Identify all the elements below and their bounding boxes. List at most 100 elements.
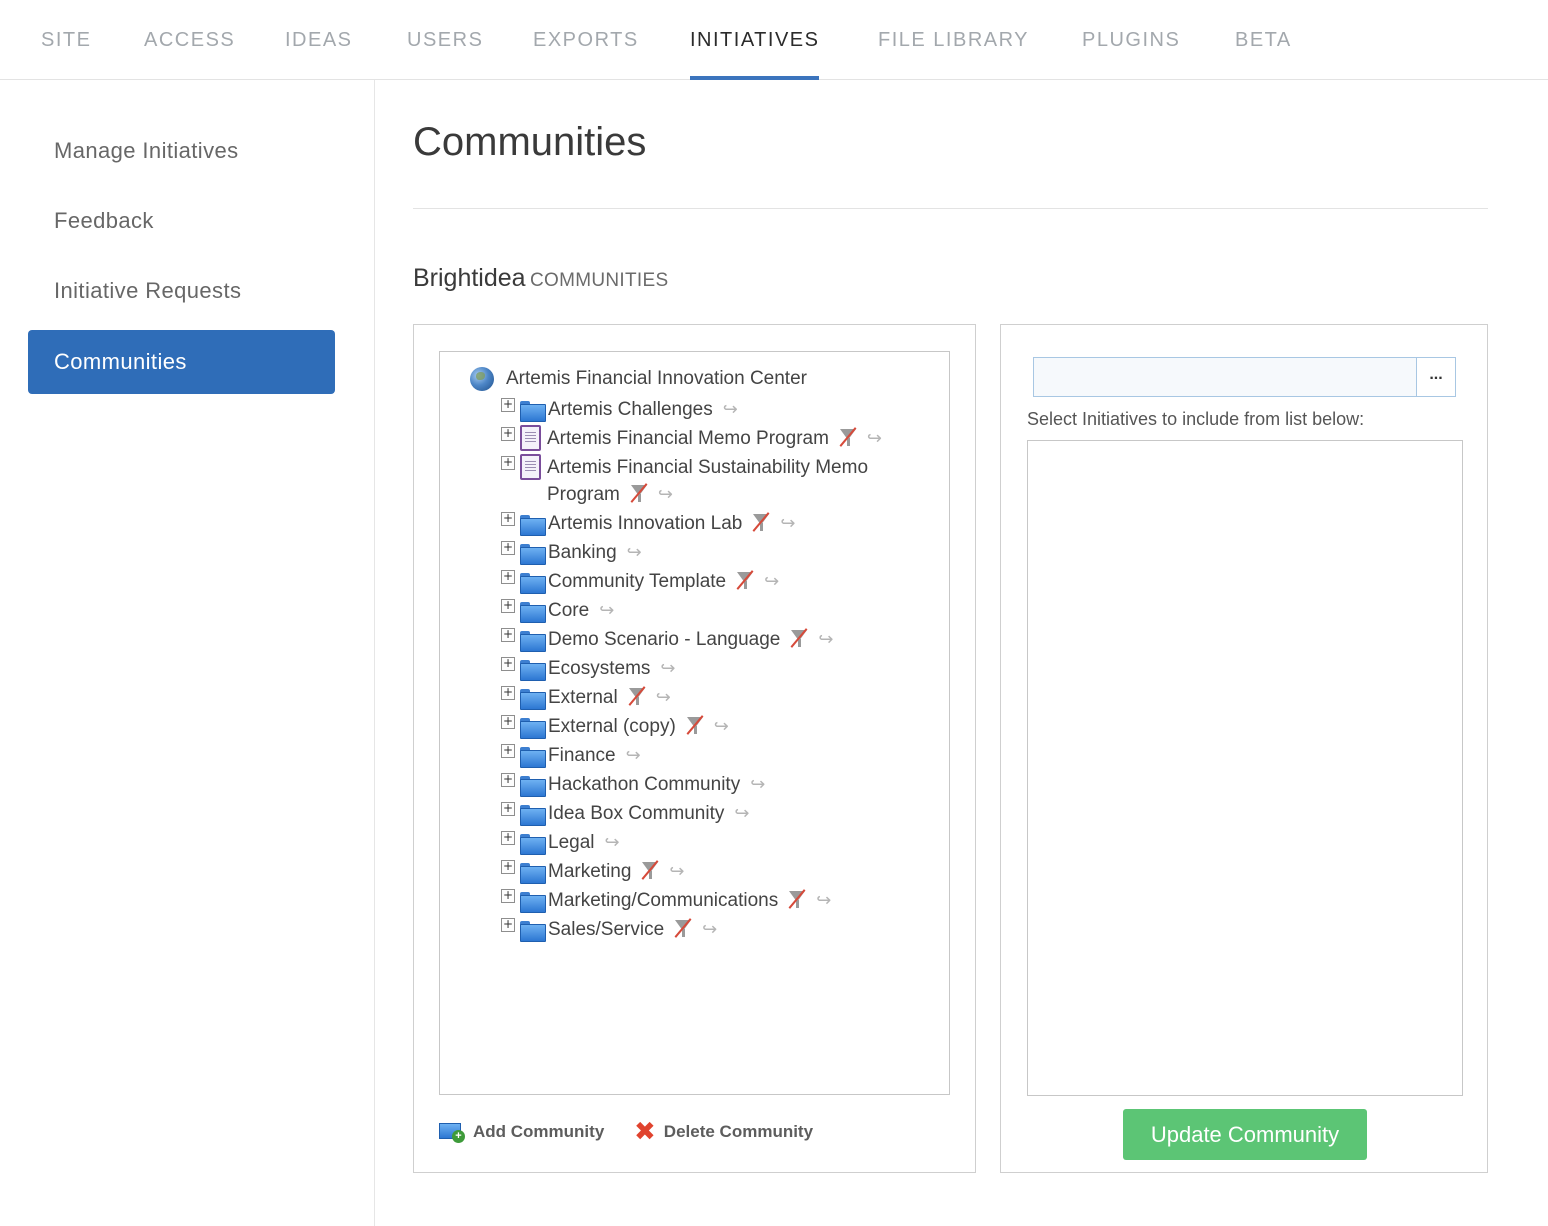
expand-icon[interactable]: + xyxy=(501,512,515,526)
filter-off-icon[interactable] xyxy=(752,512,770,532)
redirect-arrow-icon[interactable]: ↪ xyxy=(669,858,684,886)
sidebar-item-initiative-requests[interactable]: Initiative Requests xyxy=(28,259,335,323)
tab-exports[interactable]: EXPORTS xyxy=(533,0,639,80)
filter-off-icon[interactable] xyxy=(674,918,692,938)
sidebar-item-communities[interactable]: Communities xyxy=(28,330,335,394)
expand-icon[interactable]: + xyxy=(501,773,515,787)
redirect-arrow-icon[interactable]: ↪ xyxy=(627,539,642,567)
expand-icon[interactable]: + xyxy=(501,657,515,671)
redirect-arrow-icon[interactable]: ↪ xyxy=(714,713,729,741)
tree-item[interactable]: + Banking ↪ xyxy=(501,539,642,567)
expand-icon[interactable]: + xyxy=(501,599,515,613)
tree-item[interactable]: + Marketing ↪ xyxy=(501,858,685,886)
tree-item-label: Core xyxy=(548,600,590,621)
expand-icon[interactable]: + xyxy=(501,541,515,555)
folder-icon xyxy=(520,401,546,422)
initiative-search: ... xyxy=(1033,357,1456,397)
expand-icon[interactable]: + xyxy=(501,456,515,470)
tree-item[interactable]: + Artemis Financial Sustainability Memo P… xyxy=(501,454,877,509)
redirect-arrow-icon[interactable]: ↪ xyxy=(660,655,675,683)
filter-off-icon[interactable] xyxy=(736,570,754,590)
filter-off-icon[interactable] xyxy=(630,483,648,503)
sidebar-item-manage-initiatives[interactable]: Manage Initiatives xyxy=(28,119,335,183)
redirect-arrow-icon[interactable]: ↪ xyxy=(750,771,765,799)
section-heading: Brightidea COMMUNITIES xyxy=(413,264,668,293)
redirect-arrow-icon[interactable]: ↪ xyxy=(723,396,738,424)
expand-icon[interactable]: + xyxy=(501,398,515,412)
tree-item-row-text: Marketing/Communications ↪ xyxy=(548,887,831,915)
tree-item[interactable]: + External (copy) ↪ xyxy=(501,713,729,741)
title-divider xyxy=(413,208,1488,209)
tab-users[interactable]: USERS xyxy=(407,0,483,80)
tab-site[interactable]: SITE xyxy=(41,0,91,80)
expand-icon[interactable]: + xyxy=(501,686,515,700)
tree-item[interactable]: + Core ↪ xyxy=(501,597,614,625)
tree-item[interactable]: + Finance ↪ xyxy=(501,742,641,770)
add-community-button[interactable]: + Add Community xyxy=(439,1121,604,1143)
memo-icon xyxy=(520,454,541,480)
filter-off-icon[interactable] xyxy=(686,715,704,735)
tree-item[interactable]: + Demo Scenario - Language ↪ xyxy=(501,626,833,654)
folder-icon xyxy=(520,921,546,942)
filter-off-icon[interactable] xyxy=(788,889,806,909)
delete-community-button[interactable]: ✖ Delete Community xyxy=(634,1117,813,1147)
update-community-button[interactable]: Update Community xyxy=(1123,1109,1367,1160)
expand-icon[interactable]: + xyxy=(501,570,515,584)
tree-item-row-text: Finance ↪ xyxy=(548,742,641,770)
expand-icon[interactable]: + xyxy=(501,889,515,903)
tree-item[interactable]: + Hackathon Community ↪ xyxy=(501,771,765,799)
initiatives-list[interactable] xyxy=(1027,440,1463,1096)
community-tree-panel: Artemis Financial Innovation Center + Art… xyxy=(413,324,976,1173)
redirect-arrow-icon[interactable]: ↪ xyxy=(867,425,882,453)
tree-item-row-text: Hackathon Community ↪ xyxy=(548,771,765,799)
tab-access[interactable]: ACCESS xyxy=(144,0,235,80)
redirect-arrow-icon[interactable]: ↪ xyxy=(658,481,673,509)
tree-item[interactable]: + Idea Box Community ↪ xyxy=(501,800,749,828)
filter-off-icon[interactable] xyxy=(641,860,659,880)
tab-initiatives[interactable]: INITIATIVES xyxy=(690,0,820,80)
tree-item[interactable]: + Artemis Innovation Lab ↪ xyxy=(501,510,795,538)
expand-icon[interactable]: + xyxy=(501,427,515,441)
expand-icon[interactable]: + xyxy=(501,715,515,729)
redirect-arrow-icon[interactable]: ↪ xyxy=(626,742,641,770)
tree-item[interactable]: + Legal ↪ xyxy=(501,829,620,857)
expand-icon[interactable]: + xyxy=(501,744,515,758)
redirect-arrow-icon[interactable]: ↪ xyxy=(780,510,795,538)
expand-icon[interactable]: + xyxy=(501,831,515,845)
tree-item[interactable]: + Artemis Challenges ↪ xyxy=(501,396,738,424)
redirect-arrow-icon[interactable]: ↪ xyxy=(656,684,671,712)
redirect-arrow-icon[interactable]: ↪ xyxy=(734,800,749,828)
tree-item[interactable]: + Sales/Service ↪ xyxy=(501,916,717,944)
expand-icon[interactable]: + xyxy=(501,628,515,642)
redirect-arrow-icon[interactable]: ↪ xyxy=(764,568,779,596)
tab-file-library[interactable]: FILE LIBRARY xyxy=(878,0,1029,80)
tree-item[interactable]: + External ↪ xyxy=(501,684,671,712)
community-tree[interactable]: Artemis Financial Innovation Center + Art… xyxy=(439,351,950,1095)
initiative-search-input[interactable] xyxy=(1034,358,1417,396)
tab-ideas[interactable]: IDEAS xyxy=(285,0,353,80)
tree-item[interactable]: + Artemis Financial Memo Program ↪ xyxy=(501,425,882,453)
expand-icon[interactable]: + xyxy=(501,860,515,874)
tree-item-row-text: Legal ↪ xyxy=(548,829,620,857)
expand-icon[interactable]: + xyxy=(501,918,515,932)
tree-item[interactable]: + Community Template ↪ xyxy=(501,568,779,596)
tab-plugins[interactable]: PLUGINS xyxy=(1082,0,1180,80)
tab-beta[interactable]: BETA xyxy=(1235,0,1292,80)
tree-item[interactable]: + Marketing/Communications ↪ xyxy=(501,887,831,915)
filter-off-icon[interactable] xyxy=(790,628,808,648)
redirect-arrow-icon[interactable]: ↪ xyxy=(816,887,831,915)
browse-button[interactable]: ... xyxy=(1416,358,1455,396)
expand-icon[interactable]: + xyxy=(501,802,515,816)
tree-root[interactable]: Artemis Financial Innovation Center xyxy=(470,366,807,392)
redirect-arrow-icon[interactable]: ↪ xyxy=(599,597,614,625)
redirect-arrow-icon[interactable]: ↪ xyxy=(702,916,717,944)
redirect-arrow-icon[interactable]: ↪ xyxy=(818,626,833,654)
delete-x-icon: ✖ xyxy=(634,1117,656,1147)
tree-item-label: Ecosystems xyxy=(548,658,651,679)
redirect-arrow-icon[interactable]: ↪ xyxy=(605,829,620,857)
tree-item[interactable]: + Ecosystems ↪ xyxy=(501,655,676,683)
filter-off-icon[interactable] xyxy=(839,427,857,447)
section-subtitle: COMMUNITIES xyxy=(530,270,669,291)
filter-off-icon[interactable] xyxy=(628,686,646,706)
sidebar-item-feedback[interactable]: Feedback xyxy=(28,189,335,253)
